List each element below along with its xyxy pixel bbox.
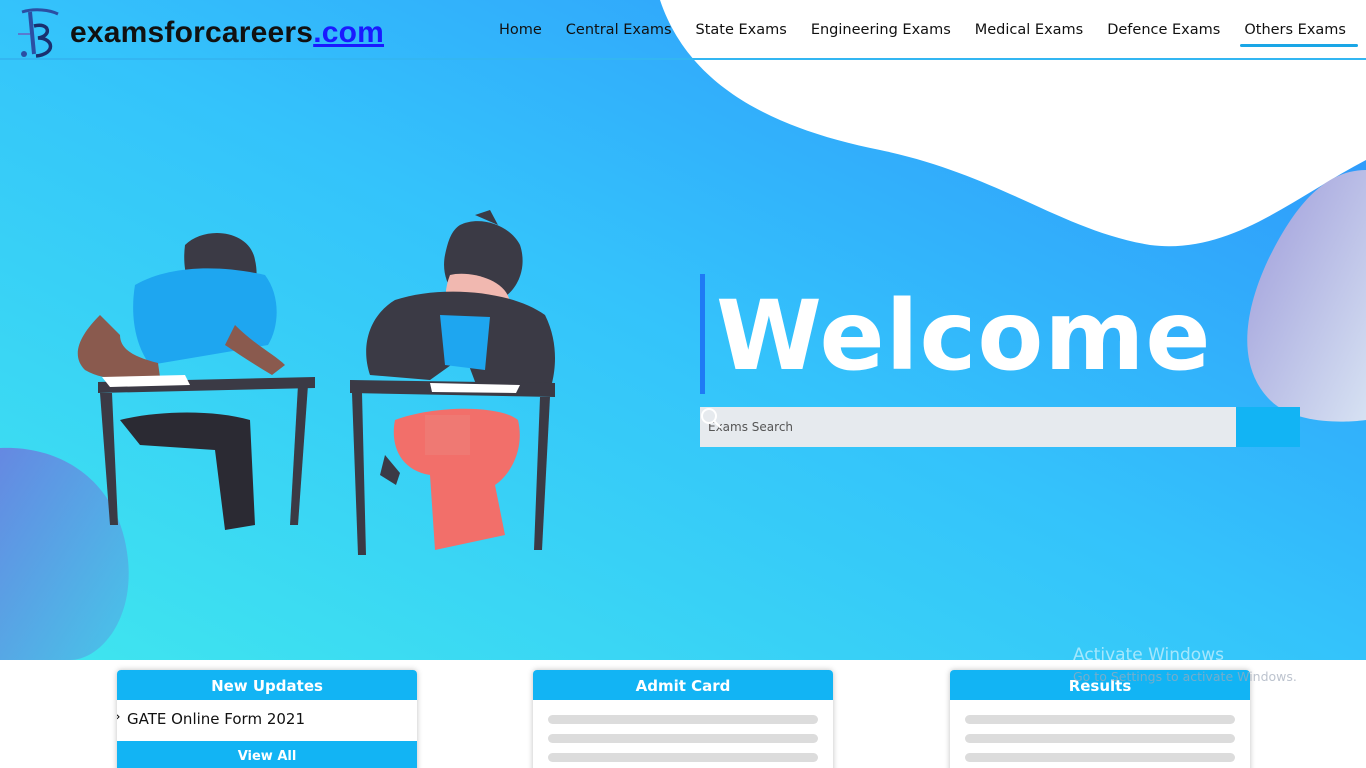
logo-name: examsforcareers [70, 16, 314, 49]
skeleton-line [548, 734, 818, 743]
watermark-title: Activate Windows [1073, 645, 1224, 665]
logo-icon [18, 8, 59, 58]
view-all-button[interactable]: View All [117, 741, 417, 768]
nav-others-exams[interactable]: Others Exams [1232, 19, 1358, 47]
skeleton-line [965, 715, 1235, 724]
search-bar [700, 407, 1300, 447]
skeleton-line [548, 753, 818, 762]
logo-tld: .com [313, 16, 385, 49]
update-link[interactable]: GATE Online Form 2021 [117, 700, 417, 741]
skeleton-line [965, 753, 1235, 762]
skeleton-line [965, 734, 1235, 743]
welcome-heading: Welcome [716, 280, 1212, 392]
hero-section: Welcome [0, 0, 1366, 660]
site-header: examsforcareers.com Home Central Exams S… [0, 0, 1366, 60]
main-nav: Home Central Exams State Exams Engineeri… [487, 19, 1358, 47]
loading-placeholder [533, 700, 833, 762]
card-title: New Updates [117, 670, 417, 700]
nav-state-exams[interactable]: State Exams [684, 19, 799, 45]
windows-activation-watermark: Activate Windows Go to Settings to activ… [1073, 645, 1297, 684]
nav-medical-exams[interactable]: Medical Exams [963, 19, 1095, 45]
students-writing-illustration [77, 210, 555, 555]
logo-wordmark: examsforcareers.com [70, 16, 384, 50]
nav-engineering-exams[interactable]: Engineering Exams [799, 19, 963, 45]
search-icon [701, 408, 722, 429]
search-input[interactable] [700, 407, 1236, 447]
admit-card-card: Admit Card [533, 670, 833, 768]
page: Welcome examsforcareers.com Home [0, 0, 1366, 768]
watermark-subtitle: Go to Settings to activate Windows. [1073, 669, 1297, 684]
new-updates-card: New Updates GATE Online Form 2021 View A… [117, 670, 417, 768]
results-card: Results [950, 670, 1250, 768]
skeleton-line [548, 715, 818, 724]
nav-home[interactable]: Home [487, 19, 554, 45]
site-logo[interactable]: examsforcareers.com [10, 4, 384, 62]
nav-defence-exams[interactable]: Defence Exams [1095, 19, 1232, 45]
search-button[interactable] [701, 407, 1300, 447]
welcome-accent-bar [700, 274, 705, 394]
card-title: Admit Card [533, 670, 833, 700]
nav-central-exams[interactable]: Central Exams [554, 19, 684, 45]
loading-placeholder [950, 700, 1250, 762]
